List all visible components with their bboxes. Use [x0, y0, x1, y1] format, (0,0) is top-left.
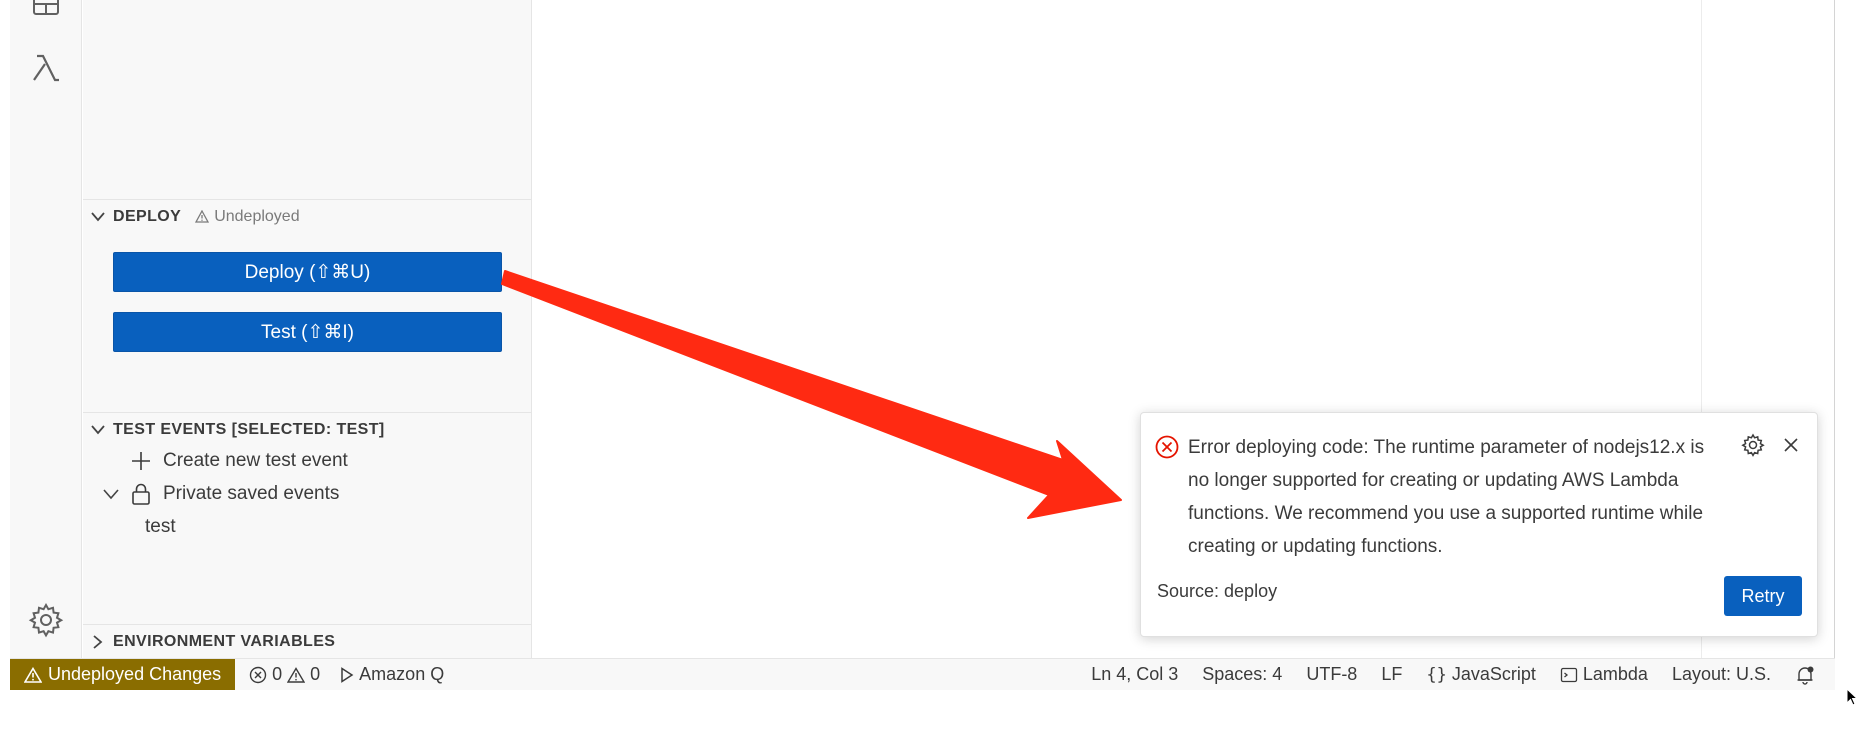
undeployed-badge: Undeployed — [195, 207, 300, 226]
gear-icon[interactable] — [28, 602, 64, 638]
error-icon — [249, 666, 267, 683]
notifications-bell-icon[interactable] — [1795, 665, 1815, 685]
warning-icon — [195, 210, 210, 223]
private-saved-events-label: Private saved events — [163, 483, 340, 504]
terminal-icon — [1560, 667, 1578, 682]
indentation-status[interactable]: Spaces: 4 — [1202, 664, 1282, 685]
error-icon — [1155, 435, 1179, 459]
create-test-event-item[interactable]: Create new test event — [83, 445, 348, 477]
saved-event-test[interactable]: test — [145, 511, 176, 543]
eol-status[interactable]: LF — [1381, 664, 1402, 685]
panel-layout-icon[interactable] — [28, 0, 64, 24]
error-message: Error deploying code: The runtime parame… — [1188, 437, 1705, 557]
deploy-button[interactable]: Deploy (⇧⌘U) — [113, 252, 502, 292]
notification-source: Source: deploy — [1157, 581, 1278, 601]
test-events-section-title: TEST EVENTS [SELECTED: TEST] — [113, 420, 385, 438]
lock-icon — [132, 483, 150, 505]
error-notification: Error deploying code: The runtime parame… — [1140, 412, 1818, 637]
settings-gear-icon[interactable] — [1741, 433, 1767, 459]
plus-icon — [132, 452, 150, 470]
play-icon — [341, 666, 354, 683]
deploy-section-title: DEPLOY — [113, 207, 182, 225]
undeployed-changes-label: Undeployed Changes — [48, 664, 222, 684]
chevron-down-icon — [103, 489, 119, 500]
test-events-section-header[interactable]: TEST EVENTS [SELECTED: TEST] — [83, 412, 532, 446]
mouse-cursor-icon — [1846, 688, 1858, 706]
lambda-label: Lambda — [1582, 664, 1648, 684]
error-count: 0 — [272, 664, 283, 684]
chevron-down-icon — [83, 211, 113, 222]
keyboard-layout-status[interactable]: Layout: U.S. — [1672, 664, 1771, 685]
encoding-status[interactable]: UTF-8 — [1306, 664, 1357, 685]
deploy-section-header[interactable]: DEPLOY Undeployed — [83, 199, 532, 233]
retry-button[interactable]: Retry — [1724, 576, 1802, 616]
undeployed-label: Undeployed — [214, 207, 300, 225]
test-button[interactable]: Test (⇧⌘I) — [113, 312, 502, 352]
undeployed-changes-status[interactable]: Undeployed Changes — [10, 659, 236, 690]
sidebar: DEPLOY Undeployed Deploy (⇧⌘U) Test (⇧⌘I… — [83, 0, 532, 658]
problems-status[interactable]: 0 0 — [249, 664, 320, 685]
language-status[interactable]: {} JavaScript — [1426, 664, 1536, 685]
amazon-q-status[interactable]: Amazon Q — [340, 664, 444, 685]
environment-variables-section-header[interactable]: ENVIRONMENT VARIABLES — [83, 624, 532, 658]
status-bar: Undeployed Changes 0 0 Amazon Q Ln 4, Co… — [10, 658, 1835, 690]
amazon-q-label: Amazon Q — [359, 664, 445, 684]
activity-bar — [10, 0, 82, 658]
warning-count: 0 — [310, 664, 321, 684]
braces-icon: {} — [1426, 664, 1447, 685]
private-saved-events-item[interactable]: Private saved events — [83, 478, 339, 510]
chevron-right-icon — [83, 634, 113, 649]
environment-variables-title: ENVIRONMENT VARIABLES — [113, 632, 336, 650]
close-icon[interactable] — [1781, 435, 1803, 457]
cursor-position[interactable]: Ln 4, Col 3 — [1091, 664, 1178, 685]
chevron-down-icon — [83, 424, 113, 435]
warning-icon — [24, 666, 42, 683]
lambda-status[interactable]: Lambda — [1560, 664, 1648, 685]
create-test-event-label: Create new test event — [163, 450, 348, 471]
lambda-icon[interactable] — [28, 50, 64, 86]
warning-icon — [287, 666, 306, 683]
language-label: JavaScript — [1451, 664, 1536, 684]
